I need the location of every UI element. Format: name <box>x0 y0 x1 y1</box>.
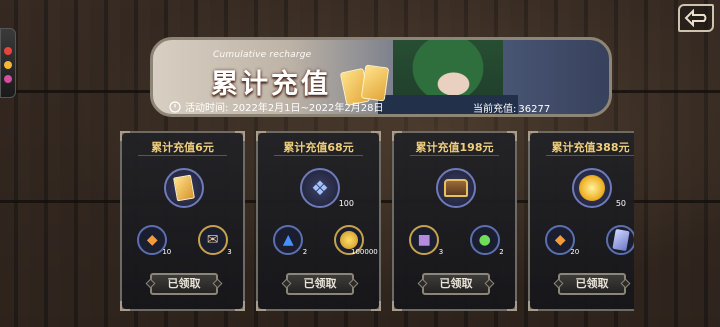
banner-title: 累计充值 <box>211 69 331 100</box>
reward-item[interactable]: ■ 3 <box>409 225 443 256</box>
main-reward[interactable]: 50 <box>572 168 626 208</box>
reward-tier-card: 累计充值6元 ◆ 10 ✉ 3 已领取 <box>120 131 245 311</box>
main-reward-quantity: 100 <box>338 199 354 208</box>
coin-icon <box>339 231 358 249</box>
current-recharge-label: 当前充值: <box>473 104 517 115</box>
reward-item[interactable]: ✉ 3 <box>197 225 232 256</box>
item-quantity: 2 <box>302 248 308 256</box>
divider <box>410 155 499 156</box>
reward-item[interactable]: 100000 <box>333 225 378 256</box>
reward-item[interactable]: ◆ 10 <box>137 225 171 256</box>
reward-item[interactable]: 2 <box>605 225 634 255</box>
tier-label: 累计充值68元 <box>283 141 354 154</box>
gift-box-icon: ■ <box>417 232 431 248</box>
reward-item[interactable]: ● 2 <box>469 225 504 256</box>
tier-label: 累计充值388元 <box>551 141 630 154</box>
scroll-icon: ✉ <box>206 232 219 248</box>
banner-subtitle: Cumulative recharge <box>213 50 312 60</box>
back-arrow-icon <box>684 9 707 27</box>
claimed-button[interactable]: 已领取 <box>558 273 626 295</box>
claimed-button[interactable]: 已领取 <box>422 273 490 295</box>
reward-item[interactable]: ◆ 20 <box>545 225 579 256</box>
main-reward[interactable] <box>164 168 204 208</box>
reward-item[interactable]: ▲ 2 <box>273 225 307 256</box>
event-period: 活动时间: 2022年2月1日~2022年2月28日 <box>169 99 383 114</box>
claimed-button[interactable]: 已领取 <box>286 273 354 295</box>
period-value: 2022年2月1日~2022年2月28日 <box>232 103 384 114</box>
gold-coin-icon <box>579 175 605 201</box>
side-floating-widget[interactable] <box>0 28 16 98</box>
period-label: 活动时间: <box>185 103 229 114</box>
divider <box>546 155 634 156</box>
red-dot-icon <box>4 47 12 55</box>
green-potion-icon: ● <box>478 232 491 248</box>
potion-icon: ▲ <box>282 232 294 248</box>
event-banner: Cumulative recharge 累计充值 活动时间: 2022年2月1日… <box>150 37 612 117</box>
crystal-icon: ❖ <box>311 176 329 200</box>
treasure-chest-icon <box>444 179 468 197</box>
reward-tier-card: 累计充值198元 ■ 3 ● 2 已领取 <box>392 131 517 311</box>
current-recharge-value: 36277 <box>518 104 551 115</box>
ore-icon: ◆ <box>146 232 158 248</box>
back-button[interactable] <box>678 4 714 32</box>
clock-icon <box>169 100 181 113</box>
tier-label: 累计充值6元 <box>151 141 214 154</box>
yellow-dot-icon <box>4 61 12 69</box>
current-recharge: 当前充值: 36277 <box>471 100 551 115</box>
item-quantity: 3 <box>438 248 444 256</box>
banner-cards-illustration <box>339 62 399 107</box>
claimed-button[interactable]: 已领取 <box>150 273 218 295</box>
pink-dot-icon <box>4 75 12 83</box>
reward-tier-card: 累计充值388元 50 ◆ 20 2 已领取 <box>528 131 634 311</box>
main-reward[interactable] <box>436 168 476 208</box>
main-reward-quantity: 50 <box>615 199 626 208</box>
divider <box>274 155 363 156</box>
card-icon <box>612 228 630 252</box>
ore-icon: ◆ <box>554 232 566 248</box>
divider <box>138 155 227 156</box>
gold-card-icon <box>173 174 195 202</box>
tier-label: 累计充值198元 <box>415 141 494 154</box>
reward-tier-list[interactable]: 累计充值6元 ◆ 10 ✉ 3 已领取 累计充值68元 ❖ 100 ▲ 2 10… <box>120 131 634 323</box>
item-quantity: 100000 <box>351 248 378 256</box>
reward-tier-card: 累计充值68元 ❖ 100 ▲ 2 100000 已领取 <box>256 131 381 311</box>
item-quantity: 10 <box>162 248 172 256</box>
item-quantity: 3 <box>227 248 232 256</box>
main-reward[interactable]: ❖ 100 <box>300 168 354 208</box>
item-quantity: 2 <box>499 248 504 256</box>
item-quantity: 20 <box>570 248 580 256</box>
